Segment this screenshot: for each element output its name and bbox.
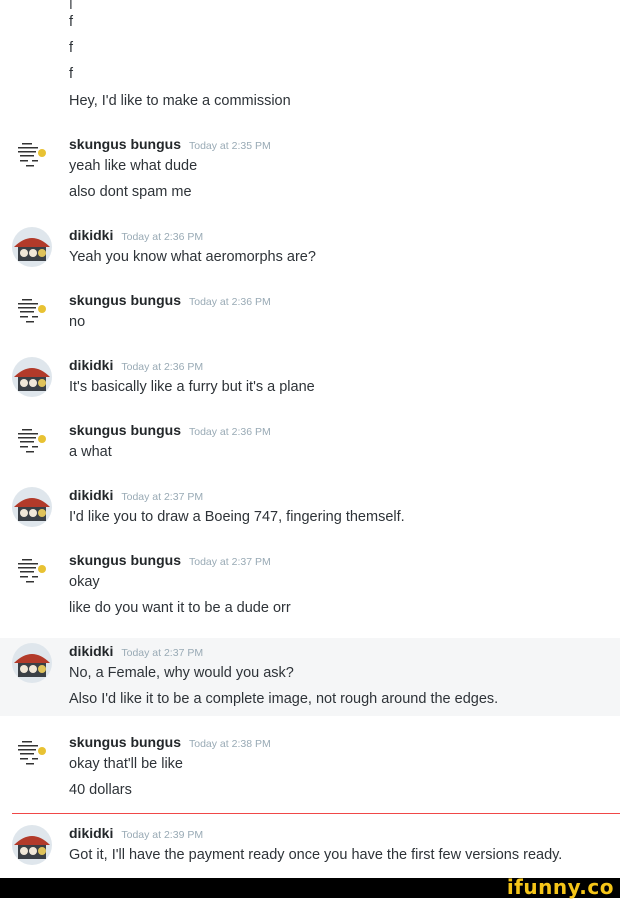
timestamp: Today at 2:36 PM <box>189 296 271 308</box>
message-header: dikidki Today at 2:39 PM <box>69 825 203 843</box>
message-header: skungus bungus Today at 2:38 PM <box>69 734 271 752</box>
message-line: It's basically like a furry but it's a p… <box>69 379 315 395</box>
username[interactable]: skungus bungus <box>69 292 181 308</box>
timestamp: Today at 2:36 PM <box>121 231 204 243</box>
message-line: Also I'd like it to be a complete image,… <box>69 691 499 707</box>
message-line: okay that'll be like <box>69 756 183 772</box>
timestamp: Today at 2:37 PM <box>121 491 204 503</box>
avatar-dikidki[interactable] <box>12 643 52 683</box>
message-header: skungus bungus Today at 2:36 PM <box>69 422 271 440</box>
message-line: No, a Female, why would you ask? <box>69 665 294 681</box>
message-header: skungus bungus Today at 2:37 PM <box>69 552 271 570</box>
timestamp: Today at 2:38 PM <box>189 738 271 750</box>
message-line: a what <box>69 444 112 460</box>
username[interactable]: dikidki <box>69 825 113 841</box>
username[interactable]: skungus bungus <box>69 734 181 750</box>
message-line: I'd like you to draw a Boeing 747, finge… <box>69 509 405 525</box>
message-line: | <box>69 0 73 10</box>
message-line: also dont spam me <box>69 184 192 200</box>
timestamp: Today at 2:37 PM <box>121 647 204 659</box>
avatar-dikidki[interactable] <box>12 825 52 865</box>
timestamp: Today at 2:36 PM <box>121 361 204 373</box>
message-line: Yeah you know what aeromorphs are? <box>69 249 316 265</box>
message-header: skungus bungus Today at 2:35 PM <box>69 136 271 154</box>
message-line: yeah like what dude <box>69 158 198 174</box>
new-messages-divider <box>12 813 620 814</box>
avatar-skungus[interactable] <box>12 734 52 774</box>
avatar-skungus[interactable] <box>12 136 52 176</box>
watermark-bar: ifunny.co <box>0 875 620 899</box>
avatar-dikidki[interactable] <box>12 357 52 397</box>
message-header: dikidki Today at 2:36 PM <box>69 227 203 245</box>
avatar-dikidki[interactable] <box>12 227 52 267</box>
message-line: f <box>69 14 74 30</box>
timestamp: Today at 2:39 PM <box>121 829 204 841</box>
avatar-skungus[interactable] <box>12 552 52 592</box>
chat-log: | f f f Hey, I'd like to make a commissi… <box>0 0 620 878</box>
avatar-skungus[interactable] <box>12 292 52 332</box>
message-header: skungus bungus Today at 2:36 PM <box>69 292 271 310</box>
avatar-dikidki[interactable] <box>12 487 52 527</box>
timestamp: Today at 2:35 PM <box>189 140 271 152</box>
message-line: Hey, I'd like to make a commission <box>69 93 291 109</box>
timestamp: Today at 2:36 PM <box>189 426 271 438</box>
username[interactable]: skungus bungus <box>69 552 181 568</box>
message-line: Got it, I'll have the payment ready once… <box>69 847 563 863</box>
username[interactable]: dikidki <box>69 357 113 373</box>
username[interactable]: dikidki <box>69 643 113 659</box>
timestamp: Today at 2:37 PM <box>189 556 271 568</box>
username[interactable]: dikidki <box>69 487 113 503</box>
message-header: dikidki Today at 2:37 PM <box>69 487 203 505</box>
message-header: dikidki Today at 2:37 PM <box>69 643 203 661</box>
message-line: okay <box>69 574 100 590</box>
message-line: 40 dollars <box>69 782 132 798</box>
username[interactable]: skungus bungus <box>69 422 181 438</box>
username[interactable]: dikidki <box>69 227 113 243</box>
message-line: no <box>69 314 86 330</box>
message-line: like do you want it to be a dude orr <box>69 600 291 616</box>
message-line: f <box>69 40 74 56</box>
avatar-skungus[interactable] <box>12 422 52 462</box>
message-line: f <box>69 66 74 82</box>
username[interactable]: skungus bungus <box>69 136 181 152</box>
watermark-logo: ifunny.co <box>506 875 614 899</box>
message-header: dikidki Today at 2:36 PM <box>69 357 203 375</box>
